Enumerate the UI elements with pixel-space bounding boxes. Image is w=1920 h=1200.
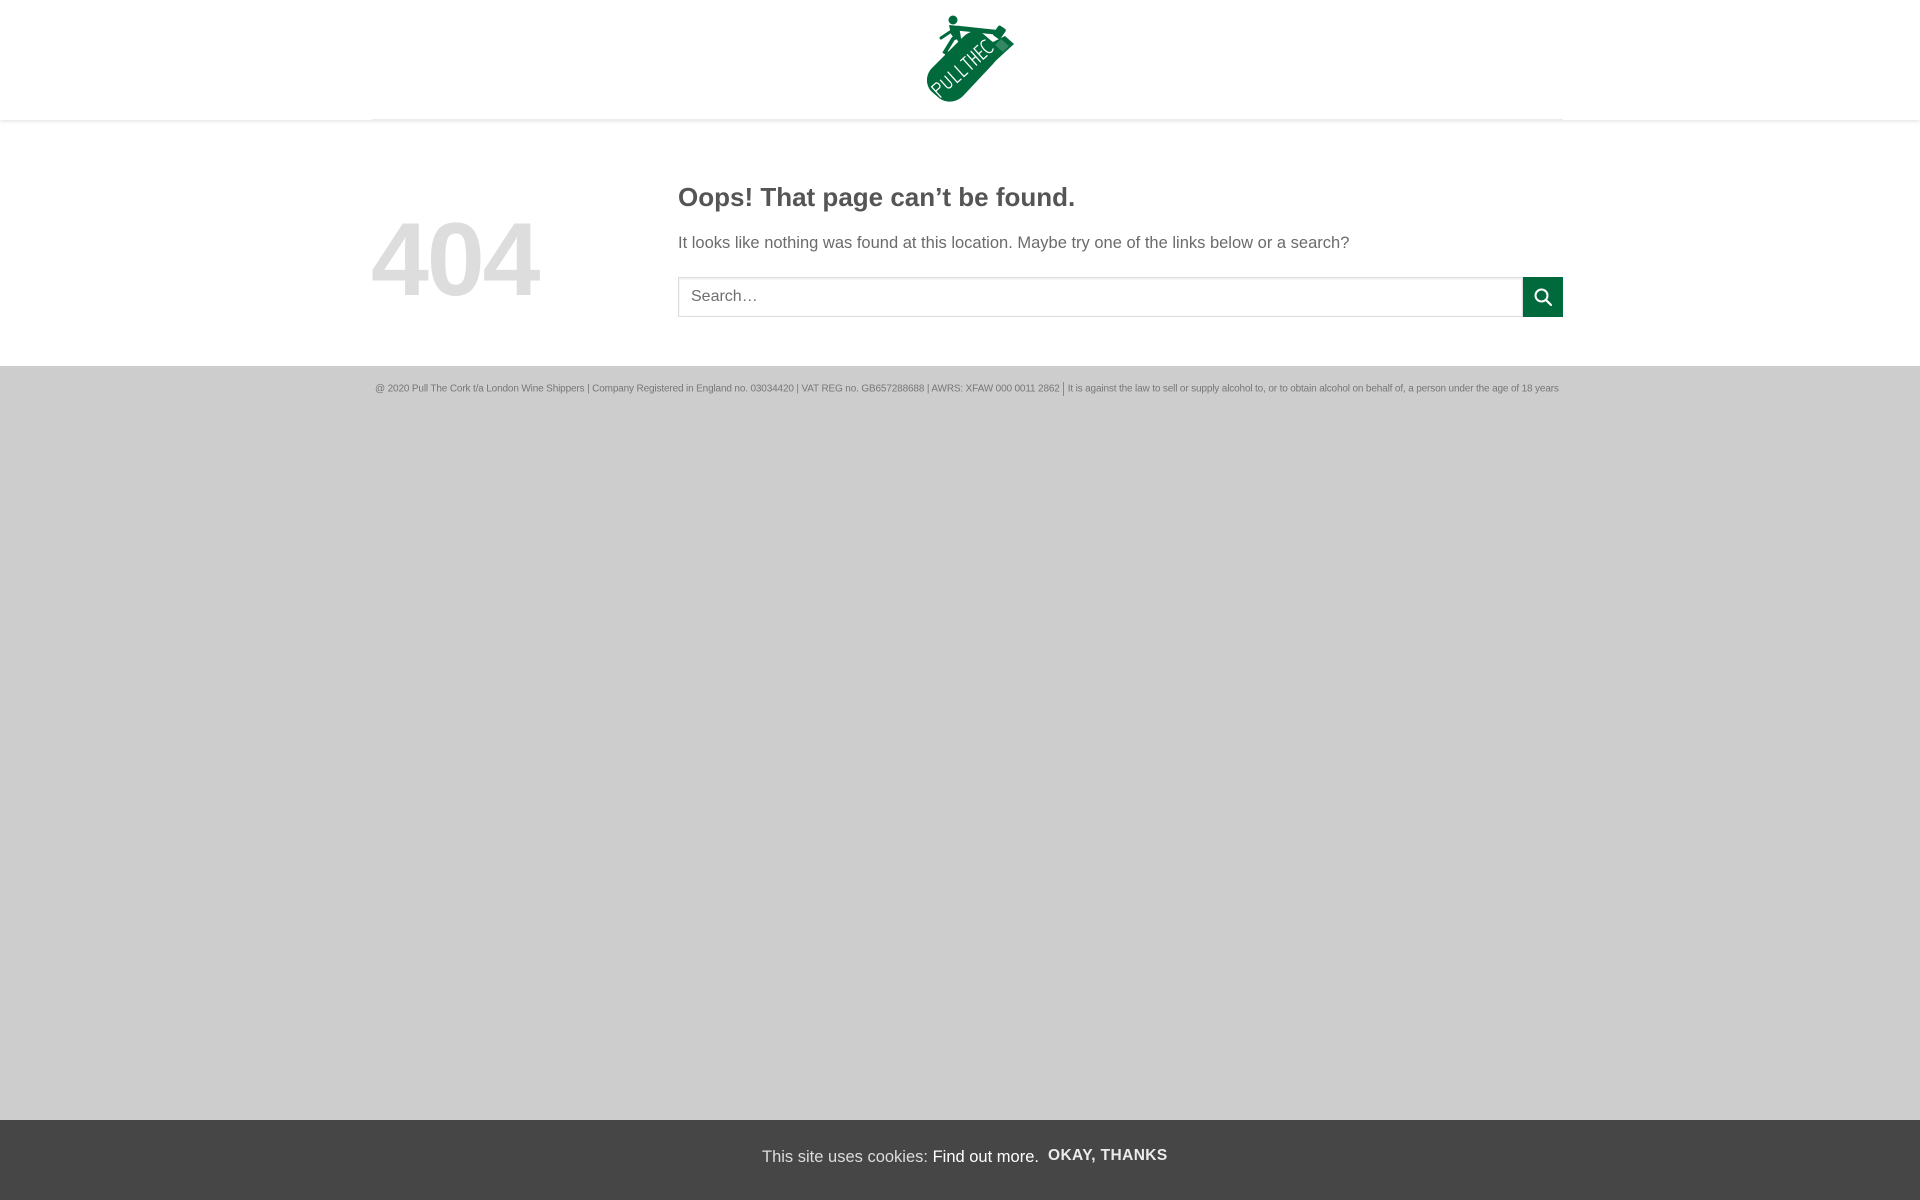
search-icon (1534, 288, 1553, 307)
site-header (0, 0, 1920, 120)
error-message: It looks like nothing was found at this … (678, 234, 1350, 252)
page-title: Oops! That page can’t be found. (678, 182, 1076, 212)
cookie-find-out-more-link[interactable]: Find out more. (933, 1148, 1039, 1166)
footer-legal: @ 2020 Pull The Cork t/a London Wine Shi… (375, 382, 1561, 396)
main-content: 404 Oops! That page can’t be found. It l… (0, 120, 1920, 366)
cookie-bar: This site uses cookies: Find out more. O… (0, 1120, 1920, 1200)
search-form (678, 277, 1563, 317)
search-input[interactable] (678, 277, 1523, 317)
footer-company-info: @ 2020 Pull The Cork t/a London Wine Shi… (375, 383, 1060, 395)
footer-age-notice: It is against the law to sell or supply … (1067, 383, 1559, 395)
site-logo[interactable] (915, 12, 1020, 108)
cookie-text: This site uses cookies: (762, 1148, 928, 1166)
cookie-accept-button[interactable]: OKAY, THANKS (1048, 1147, 1168, 1165)
error-code: 404 (371, 202, 541, 318)
search-submit-button[interactable] (1523, 277, 1563, 317)
header-divider (372, 119, 1563, 120)
cookie-message: This site uses cookies: Find out more. (762, 1148, 1039, 1167)
footer-separator (1062, 382, 1064, 396)
